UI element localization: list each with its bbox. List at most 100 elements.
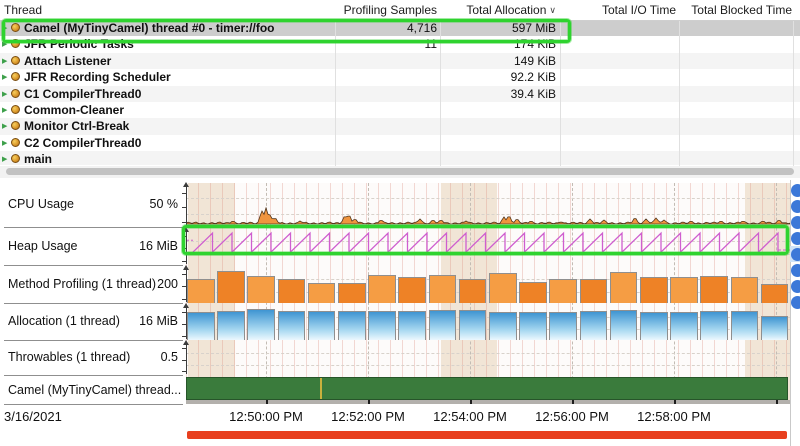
thread-icon	[11, 138, 20, 147]
allocation-bars	[186, 304, 790, 340]
lane-label-row-0[interactable]: CPU Usage50 %	[0, 183, 183, 227]
table-horizontal-scrollbar[interactable]	[0, 166, 800, 178]
column-header-thread[interactable]: Thread	[4, 0, 42, 20]
time-tick-label: 12:54:00 PM	[433, 409, 507, 424]
column-header-label: Total Allocation	[466, 3, 546, 17]
axis-tick	[182, 299, 187, 300]
column-header-allocation[interactable]: Total Allocation∨	[466, 0, 556, 20]
axis-tick	[182, 207, 187, 208]
allocation-bar	[368, 311, 396, 340]
thread-name: C2 CompilerThread0	[24, 136, 141, 150]
time-tick-mark	[368, 400, 370, 404]
axis-tick	[182, 274, 187, 275]
expand-arrow-icon[interactable]: ▶	[2, 122, 7, 130]
profiler-threads-view: Thread Profiling Samples Total Allocation∨…	[0, 0, 800, 446]
total-allocation-value: 39.4 KiB	[511, 87, 556, 101]
time-tick-mark	[470, 400, 472, 404]
axis-tick	[182, 248, 187, 249]
column-separator	[335, 0, 336, 166]
time-tick-mark	[266, 400, 268, 404]
column-header-label: Thread	[4, 3, 42, 17]
axis-arrow-icon	[183, 227, 189, 232]
lane-label: CPU Usage	[8, 197, 74, 211]
method-profiling-bar	[247, 276, 275, 303]
side-panel-button[interactable]	[791, 248, 800, 261]
thread-name: Attach Listener	[24, 54, 111, 68]
time-tick-mark	[776, 400, 778, 404]
lane-label: Allocation (1 thread)	[8, 314, 120, 328]
thread-table: Thread Profiling Samples Total Allocation∨…	[0, 0, 800, 178]
lane-label-row-1[interactable]: Heap Usage16 MiB	[0, 228, 183, 265]
method-profiling-bar	[429, 275, 457, 303]
side-panel-button[interactable]	[791, 216, 800, 229]
expand-arrow-icon[interactable]: ▶	[2, 106, 7, 114]
total-allocation-value: 597 MiB	[512, 21, 556, 35]
expand-arrow-icon[interactable]: ▶	[2, 57, 7, 65]
time-tick-label: 12:50:00 PM	[229, 409, 303, 424]
time-tick-label: 12:52:00 PM	[331, 409, 405, 424]
lane-label-row-4[interactable]: Throwables (1 thread)0.5	[0, 341, 183, 375]
time-tick-label: 12:58:00 PM	[637, 409, 711, 424]
allocation-bar	[247, 309, 275, 340]
lane-scroll-strip	[186, 400, 790, 404]
lane-label-row-5[interactable]: Camel (MyTinyCamel) thread...	[0, 377, 183, 404]
method-profiling-bar	[580, 279, 608, 303]
table-row[interactable]: ▶ C2 CompilerThread0	[0, 135, 800, 152]
side-panel-button[interactable]	[791, 264, 800, 277]
axis-tick	[182, 371, 187, 372]
method-profiling-bar	[489, 273, 517, 303]
side-panel-button[interactable]	[791, 280, 800, 293]
table-row[interactable]: ▶Monitor Ctrl-Break	[0, 118, 800, 135]
method-profiling-bar	[368, 275, 396, 303]
method-profiling-bar	[187, 279, 215, 303]
expand-arrow-icon[interactable]: ▶	[2, 40, 7, 48]
method-profiling-bar	[278, 279, 306, 303]
table-row[interactable]: ▶main	[0, 151, 800, 165]
column-header-blocked[interactable]: Total Blocked Time	[691, 0, 792, 20]
axis-arrow-icon	[183, 340, 189, 345]
allocation-bar	[549, 312, 577, 340]
column-header-label: Profiling Samples	[344, 3, 437, 17]
table-row[interactable]: ▶C1 CompilerThread039.4 KiB	[0, 86, 800, 103]
table-row[interactable]: ▶Common-Cleaner	[0, 102, 800, 119]
time-range-selection-bar[interactable]	[187, 431, 787, 439]
event-marker	[320, 378, 322, 399]
time-axis: 3/16/2021 12:50:00 PM12:52:00 PM12:54:00…	[0, 404, 792, 430]
scrollbar-thumb[interactable]	[6, 168, 794, 175]
lane-label-row-2[interactable]: Method Profiling (1 thread)200	[0, 266, 183, 303]
thread-name: JFR Recording Scheduler	[24, 70, 171, 84]
thread-activity-lane[interactable]	[186, 377, 788, 400]
column-header-samples[interactable]: Profiling Samples	[344, 0, 437, 20]
allocation-bar	[308, 311, 336, 340]
side-panel-button[interactable]	[791, 184, 800, 197]
table-row[interactable]: ▶ JFR Recording Scheduler 92.2 KiB	[0, 69, 800, 86]
table-row[interactable]: ▶Attach Listener149 KiB	[0, 53, 800, 70]
expand-arrow-icon[interactable]: ▶	[2, 90, 7, 98]
side-panel-button[interactable]	[791, 200, 800, 213]
method-profiling-bar	[549, 279, 577, 303]
heap-usage-sawtooth-chart	[186, 228, 790, 265]
method-profiling-bar	[338, 283, 366, 303]
total-allocation-value: 92.2 KiB	[511, 70, 556, 84]
expand-arrow-icon[interactable]: ▶	[2, 155, 7, 163]
side-panel-button[interactable]	[791, 232, 800, 245]
timeline-plot-area[interactable]	[186, 183, 790, 404]
allocation-bar	[761, 316, 789, 340]
column-header-label: Total Blocked Time	[691, 3, 792, 17]
expand-arrow-icon[interactable]: ▶	[2, 73, 7, 81]
allocation-bar	[610, 310, 638, 340]
lane-axis-max-label: 16 MiB	[139, 314, 178, 328]
thread-icon	[11, 39, 20, 48]
column-header-label: Total I/O Time	[602, 3, 676, 17]
table-row[interactable]: ▶Camel (MyTinyCamel) thread #0 - timer:/…	[0, 20, 800, 37]
thread-icon	[11, 121, 20, 130]
column-separator	[793, 0, 794, 166]
axis-arrow-icon	[183, 265, 189, 270]
lane-label: Method Profiling (1 thread)	[8, 277, 156, 291]
column-header-io[interactable]: Total I/O Time	[602, 0, 676, 20]
table-row[interactable]: ▶JFR Periodic Tasks11174 KiB	[0, 36, 800, 53]
lane-label-row-3[interactable]: Allocation (1 thread) 16 MiB	[0, 304, 183, 340]
expand-arrow-icon[interactable]: ▶	[2, 139, 7, 147]
expand-arrow-icon[interactable]: ▶	[2, 24, 7, 32]
side-panel-button[interactable]	[791, 296, 800, 309]
